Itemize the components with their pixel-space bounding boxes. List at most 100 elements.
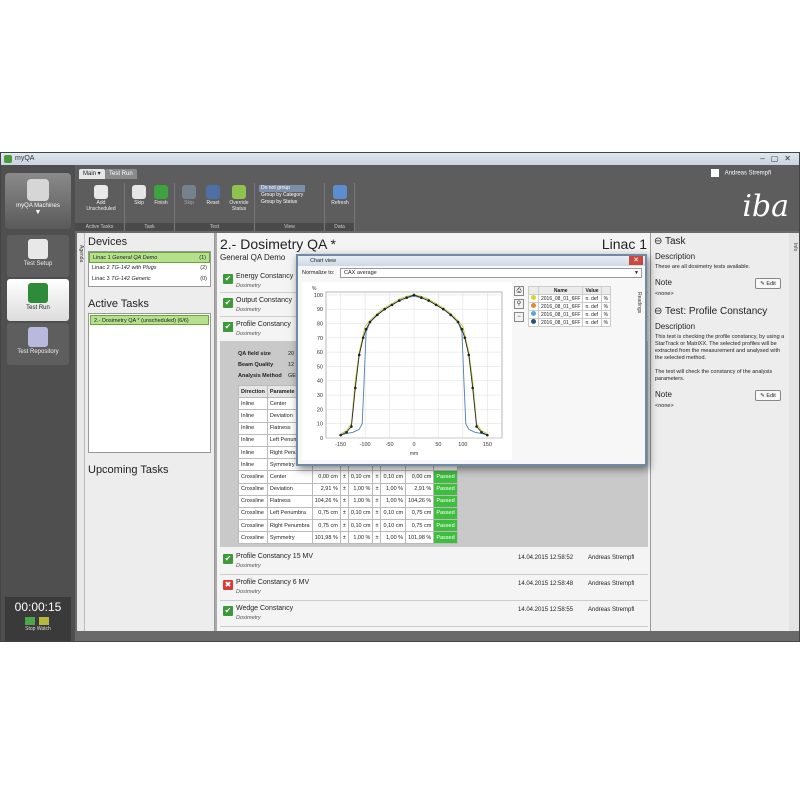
- task-finish-button[interactable]: Finish: [149, 185, 173, 206]
- test-item[interactable]: ✔ Wedge Constancy Dosimetry 14.04.2015 1…: [220, 603, 648, 627]
- normalize-value: CAX average: [344, 270, 377, 276]
- info-label: Info: [792, 243, 798, 252]
- table-row: Crossline Flatness 104,26 % ±1,00 % ±1,00 % 1…: [238, 494, 458, 508]
- stopwatch-play-icon[interactable]: [25, 617, 35, 625]
- view-option-status[interactable]: Group by Status: [259, 199, 305, 206]
- chart-legend-table: Name Value 2016_08_01_6FF n. def% 2016_08_…: [528, 286, 612, 327]
- table-row: Crossline Right Penumbra 0,75 cm ±0,10 cm ±0…: [238, 519, 458, 533]
- button-label: Skip: [134, 200, 144, 206]
- nav-test-repository[interactable]: Test Repository: [7, 323, 69, 365]
- table-cell: 104,26 %: [311, 494, 341, 508]
- legend-unit: %: [600, 302, 612, 311]
- nav-test-run[interactable]: Test Run: [7, 279, 69, 321]
- group-task: Skip Finish Task: [125, 183, 175, 231]
- test-user: Andreas Strempfl: [588, 607, 635, 613]
- series-point: [486, 433, 489, 437]
- collapse-icon[interactable]: ⊖: [654, 236, 662, 247]
- edit-note-button[interactable]: ✎ Edit: [755, 390, 781, 401]
- x-axis-label: mm: [410, 451, 418, 457]
- table-cell: Inline: [238, 458, 268, 472]
- minus-icon[interactable]: −: [514, 312, 524, 322]
- info-strip[interactable]: Info: [789, 233, 799, 631]
- group-test: Skip Reset Override Status Test: [175, 183, 255, 231]
- qa-info: QA field size 20 Beam Quality 12 Analysis …: [238, 349, 296, 382]
- readings-label[interactable]: Readings: [636, 292, 642, 313]
- add-unscheduled-button[interactable]: Add Unscheduled: [85, 185, 117, 212]
- table-cell: 1,00 %: [380, 531, 407, 545]
- test-item[interactable]: ✖ Profile Constancy 6 MV Dosimetry 14.04…: [220, 577, 648, 601]
- task-section-header[interactable]: ⊖ Task: [651, 233, 789, 250]
- table-cell: 101,98 %: [311, 531, 341, 545]
- device-item[interactable]: Linac 2 TG-142 with Plugs (2): [89, 263, 210, 274]
- active-task-item[interactable]: 2.- Dosimetry QA * (unscheduled) (6/6): [90, 315, 209, 325]
- tab-main[interactable]: Main ▾: [79, 169, 105, 179]
- device-name: Linac 3: [92, 276, 110, 282]
- column-header: Direction: [238, 384, 268, 399]
- window-controls[interactable]: –▢✕: [760, 153, 797, 165]
- title-bar: myQA –▢✕: [1, 153, 799, 165]
- button-label: Override Status: [229, 200, 249, 212]
- legend-row[interactable]: 2016_08_01_6FF n. def%: [528, 310, 612, 319]
- agenda-strip[interactable]: Agenda: [77, 233, 85, 631]
- info-label: Beam Quality: [238, 362, 274, 368]
- task-skip-button[interactable]: Skip: [127, 185, 151, 206]
- series-point: [442, 307, 445, 311]
- series-point: [357, 353, 361, 357]
- table-cell: ±: [372, 519, 382, 533]
- y-tick-label: 80: [317, 321, 323, 327]
- legend-row[interactable]: 2016_08_01_6FF n. def%: [528, 318, 612, 327]
- table-cell: Passed: [433, 531, 458, 545]
- series-point: [460, 327, 464, 331]
- chevron-down-icon[interactable]: ▼: [5, 209, 71, 216]
- x-tick-label: -100: [360, 442, 371, 448]
- series-point: [475, 425, 478, 428]
- legend-row[interactable]: 2016_08_01_6FF n. def%: [528, 302, 612, 311]
- table-cell: 0,10 cm: [347, 506, 374, 521]
- device-item[interactable]: Linac 3 TG-142 Generic (0): [89, 274, 210, 285]
- chart-view-titlebar[interactable]: Chart view ✕: [298, 256, 645, 266]
- nav-test-setup[interactable]: Test Setup: [7, 235, 69, 277]
- device-name: Linac 1: [93, 255, 111, 261]
- check-icon: [154, 185, 168, 199]
- refresh-button[interactable]: Refresh: [328, 185, 352, 206]
- test-reset-button[interactable]: Reset: [201, 185, 225, 206]
- collapse-icon[interactable]: ⊖: [654, 306, 662, 317]
- linac-title: Linac 1: [601, 236, 647, 252]
- edit-note-button[interactable]: ✎ Edit: [755, 278, 781, 289]
- table-cell: Crossline: [238, 470, 268, 484]
- stopwatch-time: 00:00:15: [14, 600, 62, 614]
- series-point: [471, 386, 474, 390]
- series-point: [368, 320, 372, 324]
- print-icon[interactable]: ⎙: [514, 286, 524, 296]
- user-checkbox[interactable]: [710, 169, 719, 177]
- legend-value: n. def: [582, 318, 602, 327]
- series-point: [420, 296, 423, 300]
- stopwatch-reset-icon[interactable]: [39, 617, 49, 625]
- test-skip-button[interactable]: Skip: [177, 185, 201, 206]
- override-status-button[interactable]: Override Status: [225, 185, 253, 212]
- legend-color-dot: [528, 318, 539, 327]
- test-section-header[interactable]: ⊖ Test: Profile Constancy: [651, 303, 789, 320]
- y-tick-label: 70: [317, 336, 323, 342]
- profile-chart[interactable]: -150 -100 -50 0 50 100 150 0 10 20 30 40 50 60 70 80 90 1…: [302, 282, 512, 460]
- view-option-no-group[interactable]: Do not group: [259, 185, 306, 192]
- legend-row[interactable]: 2016_08_01_6FF n. def%: [528, 294, 612, 303]
- series-point: [383, 307, 386, 311]
- machines-button[interactable]: myQA Machines ▼: [5, 173, 71, 229]
- chart-view-title: Chart view: [310, 258, 336, 264]
- normalize-select[interactable]: CAX average ▼: [340, 268, 642, 278]
- zoom-icon[interactable]: ⚲: [514, 299, 524, 309]
- table-cell: Crossline: [238, 506, 268, 521]
- x-tick-label: -150: [335, 442, 346, 448]
- test-item[interactable]: ✔ Profile Constancy 15 MV Dosimetry 14.0…: [220, 551, 648, 575]
- test-category: Dosimetry: [236, 331, 261, 337]
- close-icon[interactable]: ✕: [629, 256, 643, 265]
- tab-test-run[interactable]: Test Run: [105, 169, 137, 179]
- legend-name: 2016_08_01_6FF: [537, 302, 584, 311]
- view-option-category[interactable]: Group by Category: [259, 192, 305, 199]
- device-item[interactable]: Linac 1 General QA Demo (1): [89, 252, 210, 263]
- table-cell: 0,75 cm: [405, 506, 435, 521]
- left-nav: myQA Machines ▼ Test Setup Test Run Test…: [1, 165, 75, 641]
- device-count: (0): [200, 276, 207, 282]
- group-label: Task: [125, 223, 174, 231]
